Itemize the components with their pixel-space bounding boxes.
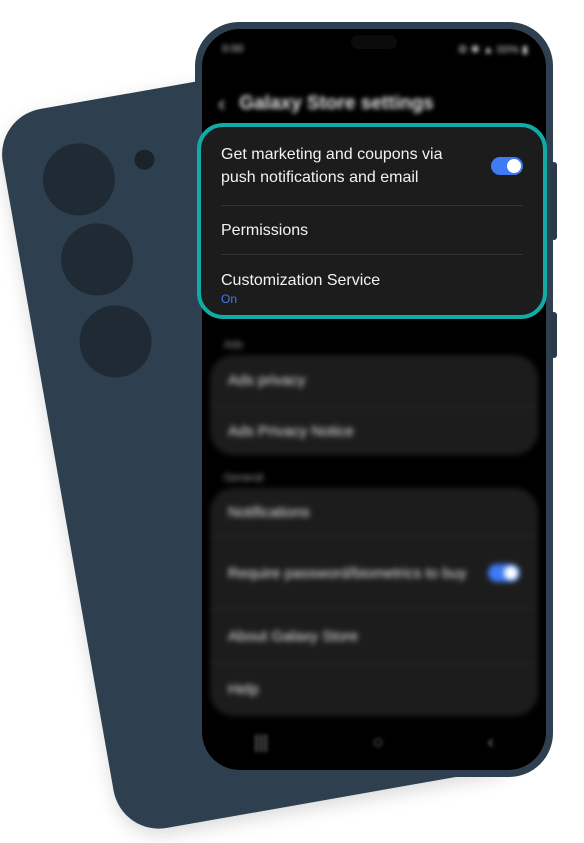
volume-button (551, 162, 557, 240)
require-password-toggle[interactable] (488, 564, 520, 582)
camera-lens-icon (37, 137, 121, 222)
list-item-notifications[interactable]: Notifications (210, 488, 538, 537)
section-label-general: General (224, 472, 264, 484)
list-item-ads-privacy-notice[interactable]: Ads Privacy Notice (210, 406, 538, 456)
marketing-toggle[interactable] (491, 157, 523, 175)
customization-label: Customization Service (221, 271, 381, 289)
list-item-ads-privacy[interactable]: Ads privacy (210, 355, 538, 406)
recents-button[interactable]: ||| (254, 732, 268, 753)
general-card: Notifications Require password/biometric… (210, 488, 538, 716)
back-arrow-icon[interactable]: ‹ (218, 91, 225, 117)
list-item-label: Require password/biometrics to buy (228, 564, 467, 582)
app-header: ‹ Galaxy Store settings (218, 89, 530, 119)
ads-card: Ads privacy Ads Privacy Notice (210, 355, 538, 455)
highlighted-settings-card: Get marketing and coupons via push notif… (197, 123, 547, 319)
status-bar: 0:00 ⚙ ✱ ▲ 00% ▮ (222, 41, 528, 57)
list-item-label: Ads Privacy Notice (228, 422, 354, 440)
home-button[interactable]: ○ (373, 732, 384, 753)
list-item-about[interactable]: About Galaxy Store (210, 610, 538, 663)
back-button[interactable]: ‹ (488, 732, 494, 753)
list-item-label: Help (228, 680, 259, 698)
list-item-label: Ads privacy (228, 371, 306, 389)
list-item-label: About Galaxy Store (228, 627, 359, 645)
status-icons: ⚙ ✱ ▲ 00% ▮ (457, 43, 528, 56)
list-item-customization-service[interactable]: Customization Service On (221, 255, 523, 315)
navigation-bar: ||| ○ ‹ (202, 714, 546, 770)
section-label-ads: Ads (224, 339, 243, 351)
permissions-label: Permissions (221, 221, 309, 239)
customization-status: On (221, 291, 238, 306)
list-item-marketing[interactable]: Get marketing and coupons via push notif… (221, 127, 523, 206)
camera-lens-icon (55, 217, 139, 302)
list-item-label: Notifications (228, 503, 310, 521)
camera-lens-icon (73, 299, 158, 384)
flash-icon (132, 148, 157, 172)
list-item-permissions[interactable]: Permissions (221, 206, 523, 255)
marketing-label: Get marketing and coupons via push notif… (221, 146, 443, 186)
status-time: 0:00 (222, 43, 244, 55)
page-title: Galaxy Store settings (239, 93, 434, 114)
list-item-help[interactable]: Help (210, 663, 538, 715)
power-button (551, 312, 557, 358)
list-item-require-password[interactable]: Require password/biometrics to buy (210, 537, 538, 610)
